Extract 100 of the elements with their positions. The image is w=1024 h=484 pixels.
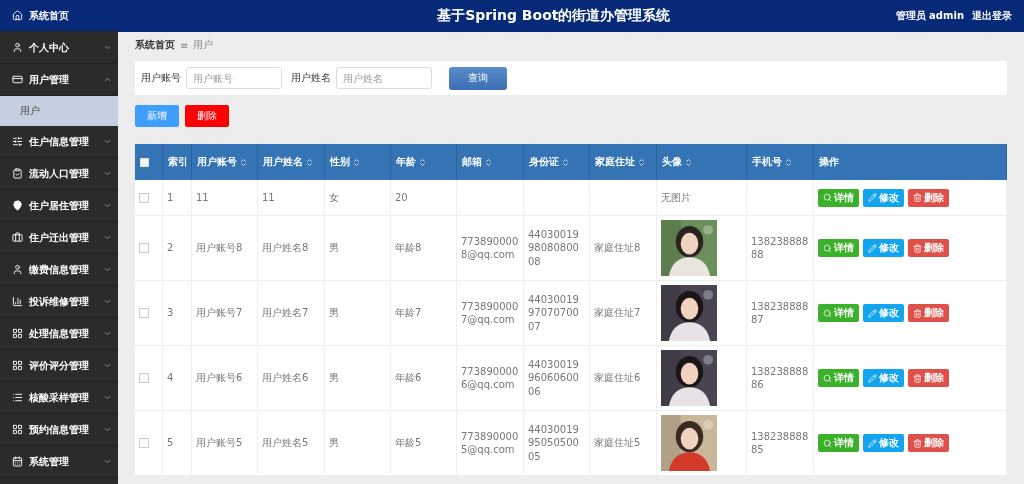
table-cell: 用户姓名6: [262, 371, 309, 385]
sort-icon[interactable]: [305, 157, 314, 167]
add-button[interactable]: 新增: [135, 105, 179, 127]
sort-icon[interactable]: [561, 157, 570, 167]
sidebar-item[interactable]: 个人中心: [0, 32, 118, 64]
sort-icon[interactable]: [352, 157, 361, 167]
table-cell: 5: [167, 436, 174, 450]
detail-button[interactable]: 详情: [818, 188, 859, 207]
chevron-down-icon: [103, 457, 112, 466]
header-cell[interactable]: 性别: [325, 144, 391, 180]
sidebar-item[interactable]: 投诉维修管理: [0, 286, 118, 318]
sidebar-item[interactable]: 评价评分管理: [0, 350, 118, 382]
sidebar-item[interactable]: 住户信息管理: [0, 126, 118, 158]
header-cell[interactable]: 手机号: [747, 144, 814, 180]
checkbox[interactable]: [139, 192, 149, 203]
table-cell: 年龄8: [395, 241, 422, 255]
checkbox[interactable]: [139, 438, 149, 448]
detail-button[interactable]: 详情: [818, 434, 859, 452]
table-cell: 13823888886: [751, 364, 809, 392]
detail-button[interactable]: 详情: [818, 304, 859, 322]
table-cell: 家庭住址7: [594, 306, 641, 320]
input-field[interactable]: 用户账号: [186, 67, 282, 89]
trash-icon: [913, 308, 922, 318]
header-cell[interactable]: 头像: [657, 144, 747, 180]
sidebar-item[interactable]: 系统管理: [0, 446, 118, 478]
table-cell: 11: [262, 190, 275, 205]
checkbox[interactable]: [139, 243, 149, 253]
sidebar-subitem[interactable]: 用户: [0, 96, 118, 126]
table-cell: 年龄6: [395, 371, 422, 385]
table-cell: 用户账号7: [196, 306, 243, 320]
chevron-down-icon: [103, 43, 112, 52]
pencil-icon: [868, 243, 877, 253]
edit-button[interactable]: 修改: [863, 369, 904, 387]
sidebar-item[interactable]: 系统首页: [0, 0, 118, 32]
header-cell[interactable]: 用户姓名: [258, 144, 325, 180]
delete-button[interactable]: 删除: [185, 105, 229, 127]
sidebar-item[interactable]: 处理信息管理: [0, 318, 118, 350]
table-cell: 女: [329, 190, 339, 205]
header-cell[interactable]: 邮箱: [457, 144, 524, 180]
table-cell: 7738900007@qq.com: [461, 299, 519, 327]
delete-button[interactable]: 删除: [908, 304, 949, 322]
table-cell: 用户姓名8: [262, 241, 309, 255]
table-cell: 7738900008@qq.com: [461, 234, 519, 262]
sort-icon[interactable]: [418, 157, 427, 167]
app-title: 基于Spring Boot的街道办管理系统: [436, 7, 672, 25]
sort-icon[interactable]: [239, 157, 248, 167]
sidebar-item[interactable]: 流动人口管理: [0, 158, 118, 190]
header-cell[interactable]: 用户账号: [192, 144, 258, 180]
checkbox[interactable]: [139, 308, 149, 318]
table-cell: 用户账号8: [196, 241, 243, 255]
table-cell: 7738900005@qq.com: [461, 429, 519, 457]
table-cell: 7738900006@qq.com: [461, 364, 519, 392]
input-field[interactable]: 用户姓名: [336, 67, 432, 89]
pencil-icon: [868, 373, 877, 383]
checkbox[interactable]: [140, 157, 149, 167]
chevron-down-icon: [103, 233, 112, 242]
sidebar-item[interactable]: 核酸采样管理: [0, 382, 118, 414]
table-cell: 20: [395, 190, 408, 205]
chevron-down-icon: [103, 201, 112, 210]
sort-icon[interactable]: [784, 157, 793, 167]
table-cell: 家庭住址5: [594, 436, 641, 450]
grid-icon: [12, 424, 23, 435]
detail-button[interactable]: 详情: [818, 239, 859, 257]
breadcrumb-item[interactable]: 系统首页: [135, 38, 175, 52]
header-cell: 操作: [814, 144, 1007, 180]
grid-icon: [12, 360, 23, 371]
header-cell[interactable]: 年龄: [391, 144, 457, 180]
delete-button[interactable]: 删除: [908, 239, 949, 257]
header-cell[interactable]: 身份证: [524, 144, 590, 180]
delete-button[interactable]: 删除: [908, 369, 949, 387]
person-icon: [12, 264, 23, 275]
sort-icon[interactable]: [484, 157, 493, 167]
table-cell: 1: [167, 190, 174, 205]
sidebar-item[interactable]: 缴费信息管理: [0, 254, 118, 286]
header-cell[interactable]: 家庭住址: [590, 144, 657, 180]
table-cell: 男: [329, 436, 339, 450]
trash-icon: [913, 193, 922, 202]
sort-icon[interactable]: [637, 157, 646, 167]
sidebar-item[interactable]: 住户居住管理: [0, 190, 118, 222]
field-label: 用户账号: [141, 71, 181, 85]
delete-button[interactable]: 删除: [908, 188, 949, 207]
edit-button[interactable]: 修改: [863, 239, 904, 257]
header-cell: 索引: [163, 144, 192, 180]
checkbox[interactable]: [139, 373, 149, 383]
edit-button[interactable]: 修改: [863, 434, 904, 452]
logout-link[interactable]: 退出登录: [972, 9, 1012, 23]
table-cell: 用户账号5: [196, 436, 243, 450]
sidebar-item[interactable]: 预约信息管理: [0, 414, 118, 446]
chevron-down-icon: [103, 297, 112, 306]
edit-button[interactable]: 修改: [863, 304, 904, 322]
sidebar-item[interactable]: 住户迁出管理: [0, 222, 118, 254]
sort-icon[interactable]: [684, 157, 693, 167]
search-button[interactable]: 查询: [449, 66, 507, 90]
table-cell: 用户账号6: [196, 371, 243, 385]
edit-button[interactable]: 修改: [863, 188, 904, 207]
detail-button[interactable]: 详情: [818, 369, 859, 387]
delete-button[interactable]: 删除: [908, 434, 949, 452]
table-cell-text: 440300199606060006: [528, 357, 580, 399]
breadcrumb-item[interactable]: 用户: [193, 38, 214, 52]
pencil-icon: [868, 438, 877, 448]
